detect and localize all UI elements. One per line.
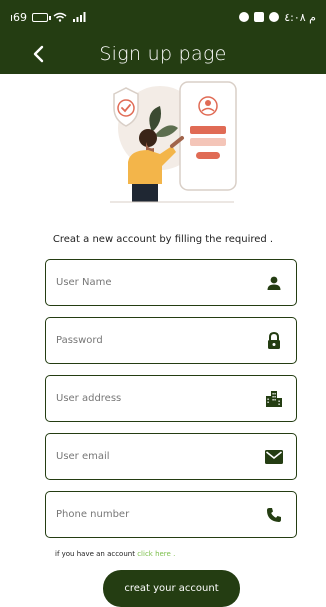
create-account-button[interactable]: creat your account [103,570,240,607]
address-input[interactable] [56,393,264,404]
email-field[interactable] [45,433,297,480]
username-input[interactable] [56,277,264,288]
signin-hint: if you have an account click here . [55,550,175,558]
status-left: ı69 [10,11,86,24]
back-button[interactable] [26,40,50,68]
phone-field[interactable] [45,491,297,538]
address-field[interactable] [45,375,297,422]
cell-signal-icon [73,12,86,22]
password-input[interactable] [56,335,264,346]
status-right: م ٤:٠٨ [239,11,316,24]
signin-hint-text: if you have an account [55,550,135,558]
lock-icon [264,331,284,351]
status-bar: ı69 م ٤:٠٨ [0,0,326,34]
clock-text: م ٤:٠٨ [284,10,316,24]
phone-input[interactable] [56,509,264,520]
video-icon [254,12,265,22]
notification-icon [239,12,250,22]
email-input[interactable] [56,451,264,462]
phone-icon [264,505,284,525]
signin-link[interactable]: click here . [137,550,175,558]
battery-icon [32,12,52,22]
signal-text: ı69 [10,10,28,24]
username-field[interactable] [45,259,297,306]
mail-icon [264,447,284,467]
app-bar: Sign up page [0,34,326,74]
person-icon [264,273,284,293]
building-icon [264,389,284,409]
chevron-left-icon [33,45,44,63]
form-instructions: Creat a new account by filling the requi… [52,234,274,245]
app-notification-icon [269,12,280,22]
signup-illustration [110,81,237,203]
wifi-icon [53,12,67,22]
password-field[interactable] [45,317,297,364]
